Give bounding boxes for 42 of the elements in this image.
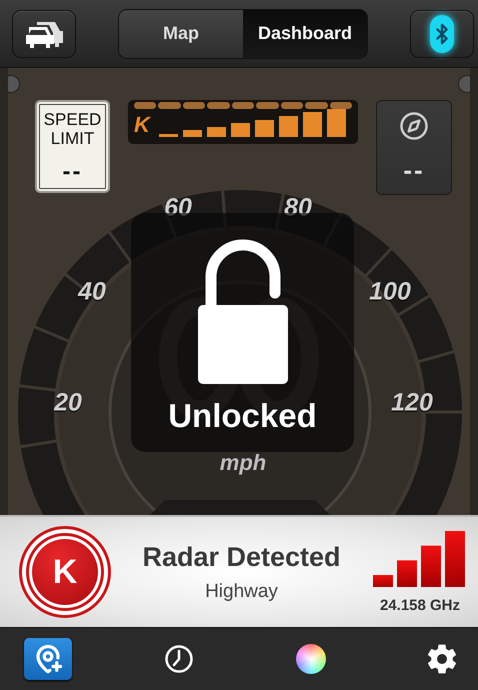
speed-scale-label: 100 — [369, 278, 411, 306]
frequency-value: 24.158 GHz — [380, 596, 460, 614]
meter-bar — [206, 126, 226, 137]
meter-bar — [182, 130, 202, 137]
band-badge: K — [19, 526, 111, 618]
meter-lamp — [256, 102, 279, 109]
view-tab[interactable]: Dashboard — [243, 10, 367, 58]
meter-bar — [158, 134, 178, 137]
speed-scale-label: 60 — [164, 194, 192, 222]
speed-scale-label: 120 — [391, 388, 433, 418]
cars-button[interactable] — [12, 10, 76, 58]
settings-icon — [426, 643, 458, 675]
bluetooth-button[interactable] — [410, 10, 474, 58]
meter-lamp — [280, 102, 304, 109]
meter-lamp — [207, 102, 230, 109]
meter-lamp — [330, 102, 352, 109]
meter-bar — [254, 120, 274, 137]
meter-lamp — [232, 102, 254, 109]
meter-bar — [326, 108, 346, 137]
heading-value: -- — [403, 155, 425, 186]
view-tab[interactable]: Map — [119, 10, 243, 58]
color-wheel-icon — [296, 644, 326, 674]
meter-lamp — [182, 102, 206, 109]
meter-bar — [278, 116, 298, 137]
speed-scale-label: 80 — [284, 194, 312, 222]
meter-bar — [302, 112, 322, 137]
alert-subtitle: Highway — [205, 580, 278, 602]
clock-icon — [164, 644, 194, 674]
speed-limit-value: -- — [62, 158, 82, 186]
speed-scale-label: 40 — [78, 278, 106, 306]
meter-bar — [230, 123, 250, 137]
alert-title: Radar Detected — [142, 542, 341, 572]
signal-strength-icon — [373, 530, 467, 586]
meter-lamp — [158, 102, 181, 109]
band-label: K — [134, 113, 150, 137]
meter-lamp — [305, 102, 328, 109]
speed-limit-label: SPEED LIMIT — [42, 110, 102, 148]
speed-scale-label: 20 — [54, 388, 82, 418]
compass-icon — [399, 111, 429, 141]
speed-unit: mph — [220, 450, 266, 476]
meter-lamp — [134, 102, 156, 109]
lock-status: Unlocked — [168, 397, 317, 435]
